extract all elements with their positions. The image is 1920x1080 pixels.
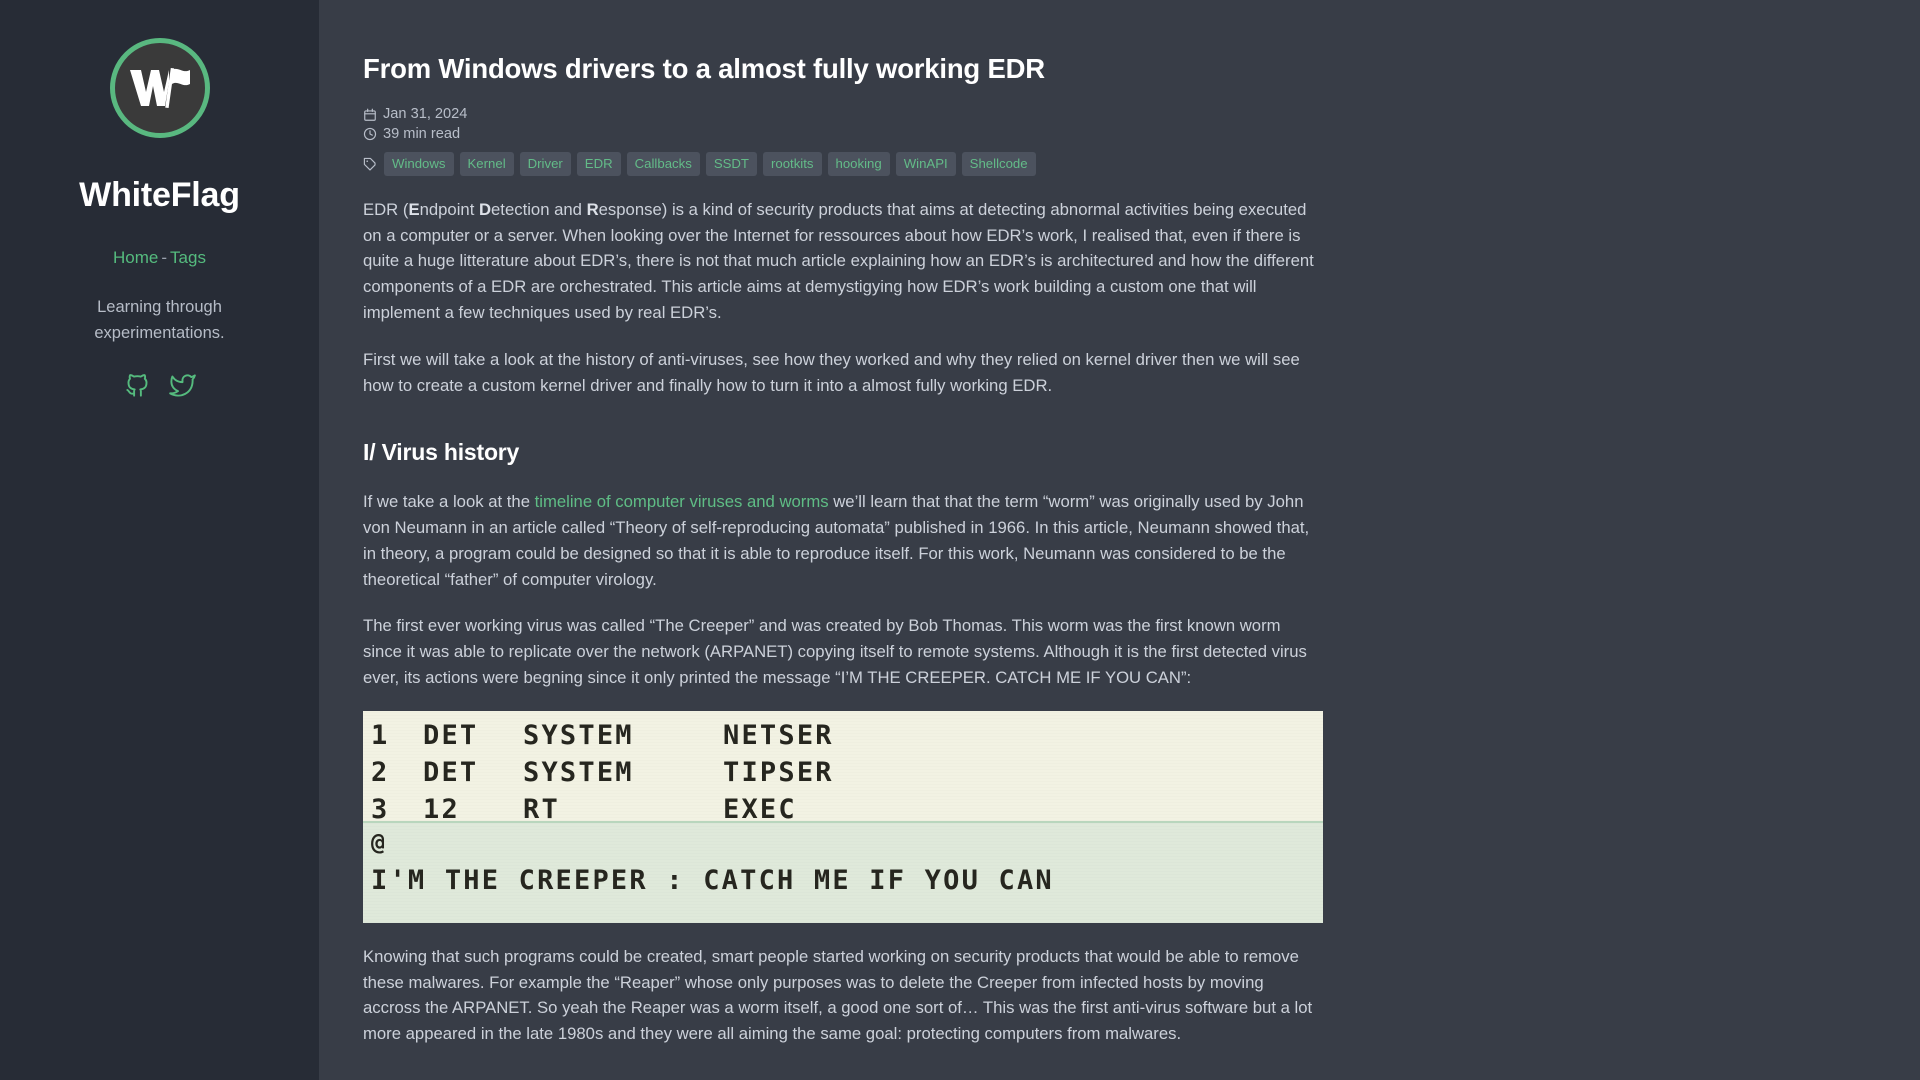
tag-hooking[interactable]: hooking bbox=[827, 151, 890, 176]
creeper-r1-c2: DET bbox=[423, 719, 479, 751]
link-timeline-of-computer-viruses[interactable]: timeline of computer viruses and worms bbox=[535, 492, 829, 511]
intro-p1-s1: EDR ( bbox=[363, 199, 409, 219]
creeper-r2-c1: 2 bbox=[371, 756, 390, 788]
intro-p1-s3: etection and bbox=[491, 199, 587, 219]
tag-winapi[interactable]: WinAPI bbox=[895, 151, 956, 176]
creeper-teletype-screenshot: 1 DET SYSTEM NETSER 2 DET SYSTEM TIPSER … bbox=[363, 710, 1323, 923]
creeper-r2-c3: SYSTEM bbox=[523, 756, 634, 788]
post-readtime-text: 39 min read bbox=[383, 125, 461, 142]
tag-windows[interactable]: Windows bbox=[384, 151, 454, 176]
social-link-github[interactable] bbox=[124, 372, 151, 399]
page-root: WhiteFlag Home - Tags Learning through exp… bbox=[0, 0, 1920, 1080]
section1-p1-before: If we take a look at the bbox=[363, 492, 535, 512]
tag-callbacks[interactable]: Callbacks bbox=[626, 151, 700, 176]
creeper-r2-c4: TIPSER bbox=[723, 756, 834, 788]
social-links bbox=[124, 372, 196, 399]
tag-icon bbox=[363, 157, 376, 171]
nav-link-tags[interactable]: Tags bbox=[170, 248, 206, 267]
creeper-row-3: 3 12 RT EXEC bbox=[371, 791, 1323, 828]
creeper-row-1: 1 DET SYSTEM NETSER bbox=[371, 717, 1323, 754]
post-date-text: Jan 31, 2024 bbox=[383, 106, 468, 123]
intro-paragraph-1: EDR (Endpoint Detection and Response) is… bbox=[363, 197, 1323, 326]
creeper-prompt: @ bbox=[371, 829, 388, 856]
nav-separator: - bbox=[161, 248, 168, 267]
intro-p1-bold-e: E bbox=[408, 199, 420, 219]
calendar-icon bbox=[364, 108, 376, 121]
tag-ssdt[interactable]: SSDT bbox=[705, 151, 757, 176]
tag-edr[interactable]: EDR bbox=[576, 151, 621, 176]
creeper-r3-c2: 12 bbox=[423, 793, 460, 825]
creeper-r3-c1: 3 bbox=[371, 793, 390, 825]
section1-paragraph-1: If we take a look at the timeline of com… bbox=[363, 489, 1323, 592]
creeper-r1-c3: SYSTEM bbox=[523, 719, 634, 751]
creeper-r2-c2: DET bbox=[423, 756, 479, 788]
section-heading-virus-history: I/ Virus history bbox=[363, 439, 520, 466]
creeper-text-lines: 1 DET SYSTEM NETSER 2 DET SYSTEM TIPSER … bbox=[363, 711, 1323, 923]
intro-p1-bold-d: D bbox=[478, 199, 492, 219]
github-icon bbox=[125, 374, 147, 397]
sidebar: WhiteFlag Home - Tags Learning through exp… bbox=[0, 0, 319, 1080]
site-title: WhiteFlag bbox=[79, 176, 240, 214]
intro-p1-bold-r: R bbox=[586, 199, 599, 219]
whiteflag-logo-icon[interactable] bbox=[109, 38, 210, 138]
intro-paragraph-2: First we will take a look at the history… bbox=[363, 349, 1300, 395]
post-date: Jan 31, 2024 bbox=[363, 107, 1323, 122]
creeper-message: I'M THE CREEPER : CATCH ME IF YOU CAN bbox=[371, 864, 1054, 896]
tag-shellcode[interactable]: Shellcode bbox=[961, 151, 1036, 176]
section1-paragraph-2: The first ever working virus was called … bbox=[363, 616, 1307, 688]
nav-link-home[interactable]: Home bbox=[113, 248, 158, 267]
creeper-r1-c1: 1 bbox=[371, 719, 390, 751]
creeper-r1-c4: NETSER bbox=[723, 719, 834, 751]
tag-rootkits[interactable]: rootkits bbox=[762, 151, 822, 176]
intro-p1-s2: ndpoint bbox=[419, 199, 479, 219]
page-title: From Windows drivers to a almost fully w… bbox=[363, 53, 1045, 84]
creeper-row-2: 2 DET SYSTEM TIPSER bbox=[371, 754, 1323, 791]
post-meta: Jan 31, 2024 39 min read bbox=[363, 107, 1323, 141]
site-tagline: Learning through experimentations. bbox=[94, 298, 225, 342]
sidebar-nav: Home - Tags bbox=[113, 249, 206, 266]
tag-driver[interactable]: Driver bbox=[519, 151, 571, 176]
post-tags: Windows Kernel Driver EDR Callbacks SSDT… bbox=[363, 151, 1323, 176]
main-content: From Windows drivers to a almost fully w… bbox=[319, 0, 1920, 1080]
clock-icon bbox=[363, 128, 377, 141]
social-link-twitter[interactable] bbox=[168, 372, 196, 399]
post-readtime: 39 min read bbox=[363, 127, 1323, 142]
creeper-r3-c3: RT bbox=[523, 793, 560, 825]
article: From Windows drivers to a almost fully w… bbox=[363, 52, 1323, 1080]
creeper-r3-c4: EXEC bbox=[723, 793, 797, 825]
twitter-icon bbox=[168, 374, 196, 397]
section1-paragraph-3: Knowing that such programs could be crea… bbox=[363, 946, 1313, 1044]
tag-kernel[interactable]: Kernel bbox=[459, 151, 514, 176]
